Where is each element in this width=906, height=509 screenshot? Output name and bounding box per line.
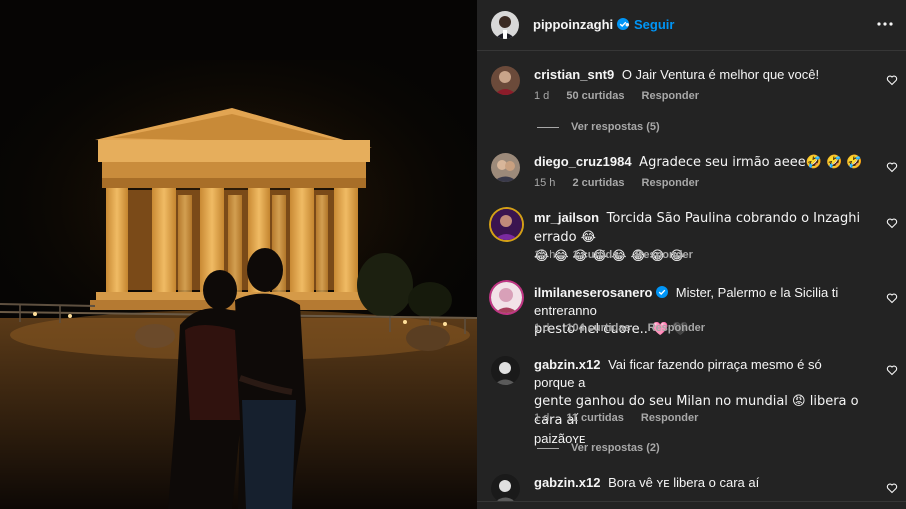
more-options-icon[interactable] [876, 15, 894, 33]
avatar-image [491, 282, 522, 313]
avatar-image [491, 356, 520, 385]
view-replies-button[interactable]: Ver respostas (5) [537, 121, 660, 133]
heart-icon[interactable] [886, 482, 898, 494]
avatar-image [491, 474, 520, 503]
avatar-image [491, 153, 520, 182]
heart-icon[interactable] [886, 217, 898, 229]
commenter-username[interactable]: gabzin.x12 [534, 475, 600, 490]
heart-icon[interactable] [886, 74, 898, 86]
comment-body: Bora vê ʏᴇ libera o cara aí [608, 475, 760, 490]
comment-text: diego_cruz1984 Agradece seu irmão aeee🤣 … [534, 153, 864, 172]
commenter-username-text[interactable]: ilmilaneserosanero [534, 285, 653, 300]
comment-time: 1 d [534, 412, 550, 424]
replies-line [537, 447, 559, 449]
comment-likes[interactable]: 1 curtida [572, 249, 618, 261]
comment-text: cristian_snt9 O Jair Ventura é melhor qu… [534, 66, 864, 84]
comment-likes[interactable]: 11 curtidas [566, 412, 623, 424]
view-replies-button[interactable]: Ver respostas (2) [537, 442, 660, 454]
comment-time: 15 h [534, 249, 556, 261]
commenter-username[interactable]: ilmilaneserosanero [534, 285, 672, 300]
temple-night-photo [0, 0, 477, 509]
reply-button[interactable]: Responder [641, 412, 698, 424]
comment-time: 1 d [534, 90, 550, 102]
comment-meta: 1 d 104 curtidas Responder [534, 322, 719, 334]
reply-button[interactable]: Responder [642, 90, 699, 102]
heart-icon[interactable] [886, 161, 898, 173]
commenter-avatar[interactable] [491, 282, 522, 313]
comment-meta: 1 d 50 curtidas Responder [534, 90, 713, 102]
commenter-avatar[interactable] [491, 66, 520, 95]
comment-text: gabzin.x12 Vai ficar fazendo pirraça mes… [534, 356, 864, 448]
replies-line [537, 126, 559, 128]
view-replies-label[interactable]: Ver respostas (5) [571, 121, 660, 133]
comment-body: Agradece seu irmão aeee🤣 🤣 🤣 [639, 155, 863, 170]
comment-likes[interactable]: 2 curtidas [572, 177, 624, 189]
comment-time: 15 h [534, 177, 556, 189]
reply-button[interactable]: Responder [635, 249, 692, 261]
action-bar [477, 501, 906, 509]
comment-meta: 15 h 2 curtidas Responder [534, 177, 713, 189]
commenter-username[interactable]: cristian_snt9 [534, 67, 614, 82]
separator-dot: • [625, 17, 630, 32]
commenter-avatar[interactable] [491, 209, 522, 240]
commenter-username[interactable]: diego_cruz1984 [534, 154, 632, 169]
comment-body: O Jair Ventura é melhor que você! [621, 67, 820, 82]
comment-time: 1 d [534, 322, 550, 334]
commenter-avatar[interactable] [491, 356, 520, 385]
commenter-username[interactable]: mr_jailson [534, 210, 599, 225]
commenter-avatar[interactable] [491, 474, 520, 503]
comment-meta: 1 d 11 curtidas Responder [534, 412, 712, 424]
comment-likes[interactable]: 104 curtidas [566, 322, 630, 334]
comment-text: gabzin.x12 Bora vê ʏᴇ libera o cara aí [534, 474, 864, 492]
author-username[interactable]: pippoinzaghi [533, 17, 629, 32]
commenter-username[interactable]: gabzin.x12 [534, 357, 600, 372]
author-avatar[interactable] [491, 11, 519, 39]
avatar-image [491, 66, 520, 95]
reply-button[interactable]: Responder [642, 177, 699, 189]
heart-icon[interactable] [886, 364, 898, 376]
follow-button[interactable]: Seguir [634, 17, 674, 32]
post-photo [0, 0, 477, 509]
comment-likes[interactable]: 50 curtidas [566, 90, 624, 102]
author-name-text[interactable]: pippoinzaghi [533, 17, 613, 32]
comment-meta: 15 h 1 curtida Responder [534, 249, 707, 261]
comments-panel: pippoinzaghi • Seguir cristian_snt9 O Ja… [477, 0, 906, 509]
author-avatar-image [491, 11, 519, 39]
avatar-image [491, 209, 522, 240]
reply-button[interactable]: Responder [648, 322, 705, 334]
post-header: pippoinzaghi • Seguir [477, 0, 906, 51]
heart-icon[interactable] [886, 292, 898, 304]
view-replies-label[interactable]: Ver respostas (2) [571, 442, 660, 454]
verified-badge-icon [656, 286, 669, 298]
commenter-avatar[interactable] [491, 153, 520, 182]
